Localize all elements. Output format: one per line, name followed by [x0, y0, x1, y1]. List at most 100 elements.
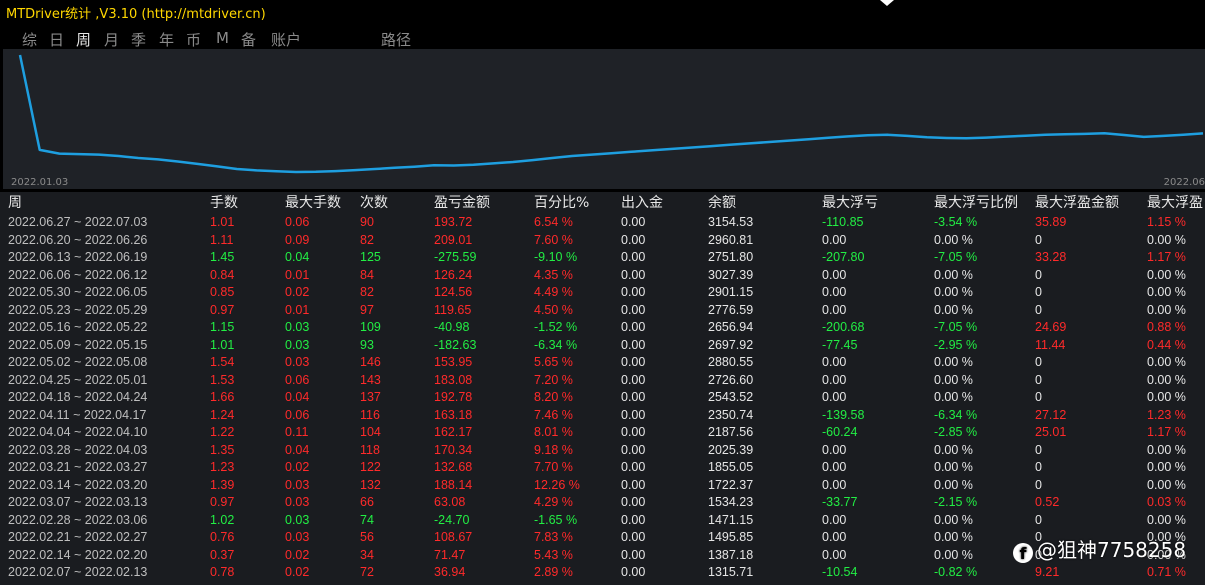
column-header[interactable]: 最大浮盈 — [1147, 192, 1203, 214]
cell-max-dd: 0.00 — [822, 512, 847, 527]
table-row[interactable]: 2022.05.23 ~ 2022.05.29 0.97 0.01 97 119.65 4… — [0, 302, 1205, 320]
table-row[interactable]: 2022.06.20 ~ 2022.06.26 1.11 0.09 82 209.01 7… — [0, 232, 1205, 250]
cell-pnl: 153.95 — [434, 355, 473, 369]
cell-week: 2022.05.09 ~ 2022.05.15 — [8, 337, 148, 352]
tab-10[interactable]: 路径 — [381, 29, 411, 50]
table-row[interactable]: 2022.04.11 ~ 2022.04.17 1.24 0.06 116 163.18… — [0, 407, 1205, 425]
cell-max-float: 0.52 — [1035, 495, 1060, 509]
tab-2[interactable]: 周 — [76, 29, 91, 50]
table-row[interactable]: 2022.06.13 ~ 2022.06.19 1.45 0.04 125 -275.5… — [0, 249, 1205, 267]
cell-week: 2022.04.18 ~ 2022.04.24 — [8, 390, 148, 404]
cell-max-float: 11.44 — [1035, 337, 1066, 352]
cell-max-float: 0 — [1035, 267, 1042, 282]
cell-max-dd-pct: 0.00 % — [934, 302, 973, 317]
dropdown-arrow-icon[interactable] — [880, 0, 894, 6]
cell-max-float: 0 — [1035, 442, 1042, 457]
watermark: f @狙神7758258 — [1013, 534, 1186, 563]
cell-lots: 0.84 — [210, 267, 235, 282]
tab-0[interactable]: 综 — [22, 29, 37, 50]
cell-pnl: 36.94 — [434, 565, 466, 579]
table-row[interactable]: 2022.04.25 ~ 2022.05.01 1.53 0.06 143 183.08… — [0, 372, 1205, 390]
cell-pct: 7.20 % — [534, 372, 573, 387]
column-header[interactable]: 出入金 — [621, 192, 663, 214]
cell-pnl: 126.24 — [434, 267, 473, 282]
table-row[interactable]: 2022.04.18 ~ 2022.04.24 1.66 0.04 137 192.78… — [0, 389, 1205, 407]
cell-lots: 0.85 — [210, 285, 235, 299]
cell-count: 132 — [360, 477, 381, 492]
cell-pct: -9.10 % — [534, 250, 578, 264]
cell-balance: 1315.71 — [708, 565, 754, 579]
column-header[interactable]: 最大浮亏比例 — [934, 192, 1018, 214]
cell-count: 118 — [360, 442, 380, 457]
column-header[interactable]: 周 — [8, 192, 22, 214]
cell-max-dd-pct: -7.05 % — [934, 320, 978, 334]
table-row[interactable]: 2022.03.07 ~ 2022.03.13 0.97 0.03 66 63.08 4.… — [0, 494, 1205, 512]
column-header[interactable]: 最大手数 — [285, 192, 341, 214]
cell-max-dd-pct: 0.00 % — [934, 372, 973, 387]
table-row[interactable]: 2022.05.30 ~ 2022.06.05 0.85 0.02 82 124.56 4… — [0, 284, 1205, 302]
cell-max-float-pct: 0.00 % — [1147, 390, 1186, 404]
cell-week: 2022.03.07 ~ 2022.03.13 — [8, 495, 148, 509]
column-header[interactable]: 百分比% — [534, 192, 589, 214]
cell-pnl: 188.14 — [434, 477, 473, 492]
cell-pnl: 71.47 — [434, 547, 466, 562]
cell-pct: 8.20 % — [534, 390, 573, 404]
tab-8[interactable]: 备 — [241, 29, 256, 50]
cell-io: 0.00 — [621, 460, 646, 474]
tab-4[interactable]: 季 — [131, 29, 146, 50]
cell-max-float: 0 — [1035, 355, 1042, 369]
cell-io: 0.00 — [621, 565, 646, 579]
equity-line — [18, 54, 1204, 174]
cell-max-dd-pct: -7.05 % — [934, 250, 978, 264]
column-header[interactable]: 余额 — [708, 192, 736, 214]
table-row[interactable]: 2022.05.02 ~ 2022.05.08 1.54 0.03 146 153.95… — [0, 354, 1205, 372]
tab-9[interactable]: 账户 — [271, 29, 301, 50]
cell-max-float: 0 — [1035, 285, 1042, 299]
cell-max-dd-pct: 0.00 % — [934, 530, 973, 544]
column-header[interactable]: 最大浮盈金额 — [1035, 192, 1119, 214]
cell-count: 104 — [360, 425, 381, 439]
cell-lots: 0.78 — [210, 565, 235, 579]
tab-1[interactable]: 日 — [49, 29, 64, 50]
table-row[interactable]: 2022.03.28 ~ 2022.04.03 1.35 0.04 118 170.34… — [0, 442, 1205, 460]
cell-io: 0.00 — [621, 425, 646, 439]
column-header[interactable]: 最大浮亏 — [822, 192, 878, 214]
tab-6[interactable]: 币 — [186, 29, 201, 50]
table-row[interactable]: 2022.05.16 ~ 2022.05.22 1.15 0.03 109 -40.98… — [0, 319, 1205, 337]
tab-7[interactable]: M — [216, 29, 229, 47]
table-row[interactable]: 2022.04.04 ~ 2022.04.10 1.22 0.11 104 162.17… — [0, 424, 1205, 442]
cell-io: 0.00 — [621, 355, 646, 369]
cell-io: 0.00 — [621, 547, 646, 562]
cell-io: 0.00 — [621, 477, 646, 492]
table-row[interactable]: 2022.06.27 ~ 2022.07.03 1.01 0.06 90 193.72 6… — [0, 214, 1205, 232]
table-row[interactable]: 2022.03.21 ~ 2022.03.27 1.23 0.02 122 132.68… — [0, 459, 1205, 477]
tab-5[interactable]: 年 — [159, 29, 174, 50]
cell-lots: 0.97 — [210, 495, 235, 509]
cell-week: 2022.06.06 ~ 2022.06.12 — [8, 267, 148, 282]
cell-max-dd-pct: 0.00 % — [934, 355, 973, 369]
cell-max-lots: 0.02 — [285, 547, 310, 562]
cell-max-float-pct: 1.17 % — [1147, 425, 1186, 439]
table-row[interactable]: 2022.02.28 ~ 2022.03.06 1.02 0.03 74 -24.70 -… — [0, 512, 1205, 530]
cell-io: 0.00 — [621, 232, 646, 247]
cell-lots: 1.23 — [210, 460, 235, 474]
table-row[interactable]: 2022.06.06 ~ 2022.06.12 0.84 0.01 84 126.24 4… — [0, 267, 1205, 285]
cell-pct: 7.83 % — [534, 530, 573, 544]
cell-count: 56 — [360, 530, 374, 544]
table-row[interactable]: 2022.03.14 ~ 2022.03.20 1.39 0.03 132 188.14… — [0, 477, 1205, 495]
cell-max-dd-pct: -2.15 % — [934, 495, 978, 509]
column-header[interactable]: 盈亏金额 — [434, 192, 490, 214]
cell-max-dd-pct: 0.00 % — [934, 460, 973, 474]
table-row[interactable]: 2022.02.07 ~ 2022.02.13 0.78 0.02 72 36.94 2.… — [0, 564, 1205, 582]
cell-max-float-pct: 1.17 % — [1147, 250, 1186, 264]
cell-pnl: 119.65 — [434, 302, 472, 317]
cell-count: 116 — [360, 407, 380, 422]
equity-chart: 2022.01.03 2022.06 — [3, 49, 1205, 189]
column-header[interactable]: 手数 — [210, 192, 238, 214]
tab-3[interactable]: 月 — [104, 29, 119, 50]
chart-end-date: 2022.06 — [1163, 177, 1205, 188]
table-row[interactable]: 2022.05.09 ~ 2022.05.15 1.01 0.03 93 -182.63… — [0, 337, 1205, 355]
cell-pnl: -182.63 — [434, 337, 477, 352]
cell-balance: 2025.39 — [708, 442, 754, 457]
column-header[interactable]: 次数 — [360, 192, 388, 214]
